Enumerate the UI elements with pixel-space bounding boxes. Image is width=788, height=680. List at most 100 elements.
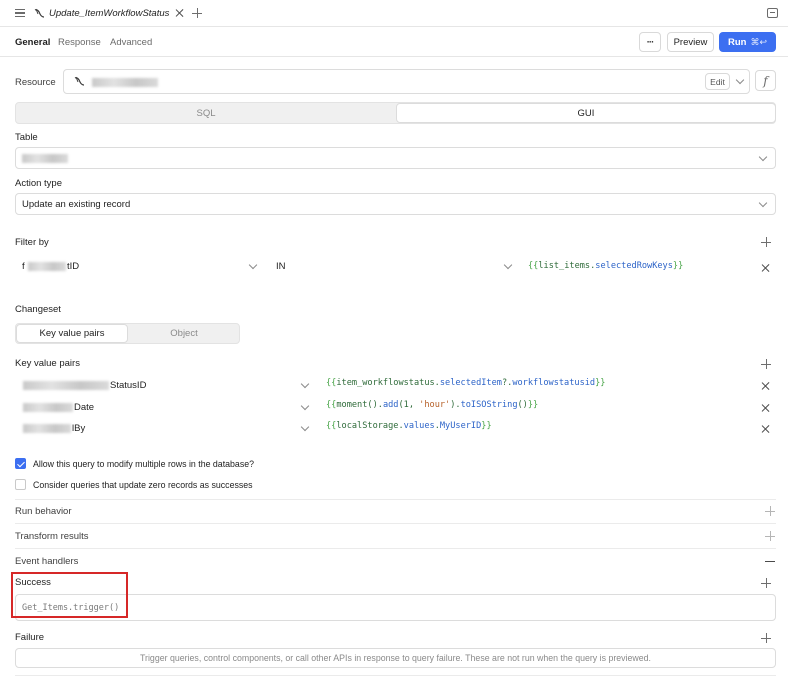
tab-general[interactable]: General: [15, 37, 50, 48]
database-icon: [74, 76, 85, 86]
filter-operator-value: IN: [276, 261, 286, 272]
kv-key-redacted: [23, 380, 109, 391]
chevron-down-icon: [503, 260, 513, 270]
transform-results-section[interactable]: Transform results: [15, 531, 89, 542]
divider: [15, 548, 776, 549]
edit-label: Edit: [710, 76, 725, 87]
table-select[interactable]: [15, 147, 776, 169]
preview-label: Preview: [673, 36, 708, 48]
highlight-box: [11, 572, 128, 618]
kv-value-input[interactable]: {{item_workflowstatus.selectedItem?.work…: [326, 378, 605, 388]
object-option-label: Object: [170, 328, 198, 339]
kv-value-input[interactable]: {{localStorage.values.MyUserID}}: [326, 421, 492, 431]
kv-row: lBy {{localStorage.values.MyUserID}}: [15, 419, 776, 439]
kv-row: Date {{moment().add(1, 'hour').toISOStri…: [15, 398, 776, 418]
kv-key-select[interactable]: StatusID: [15, 376, 315, 396]
failure-placeholder: Trigger queries, control components, or …: [140, 653, 651, 663]
chevron-down-icon: [758, 152, 768, 162]
kv-key-select[interactable]: lBy: [15, 419, 315, 439]
remove-filter-icon[interactable]: [761, 264, 769, 272]
resource-label: Resource: [15, 77, 56, 88]
resource-name-redacted: [92, 77, 158, 88]
sql-label: SQL: [196, 107, 216, 119]
code-brace-open: {{: [528, 261, 539, 271]
filter-column-prefix: f: [22, 261, 25, 272]
allow-multiple-rows-label: Allow this query to modify multiple rows…: [33, 459, 255, 469]
close-tab-icon[interactable]: [175, 9, 183, 17]
preview-button[interactable]: Preview: [667, 32, 714, 52]
collapse-minus-icon[interactable]: [765, 561, 775, 563]
add-failure-handler-plus-icon[interactable]: [761, 633, 771, 643]
filter-column-redacted: [28, 261, 66, 272]
action-type-label: Action type: [15, 178, 62, 189]
add-filter-plus-icon[interactable]: [761, 237, 771, 247]
add-success-handler-plus-icon[interactable]: [761, 578, 771, 588]
add-kv-plus-icon[interactable]: [761, 359, 771, 369]
more-options-button[interactable]: ···: [639, 32, 661, 52]
filter-value-input[interactable]: {{list_items.selectedRowKeys}}: [528, 261, 683, 271]
action-type-select[interactable]: Update an existing record: [15, 193, 776, 215]
failure-handler-empty[interactable]: Trigger queries, control components, or …: [15, 648, 776, 668]
gui-label: GUI: [577, 107, 595, 119]
kv-key-redacted: [23, 423, 71, 434]
filter-by-label: Filter by: [15, 237, 49, 248]
remove-kv-icon[interactable]: [761, 382, 769, 390]
code-brace-close: }}: [672, 261, 684, 271]
failure-label: Failure: [15, 632, 45, 643]
table-name-redacted: [22, 153, 68, 164]
tab-response[interactable]: Response: [58, 37, 101, 48]
code-property: selectedRowKeys: [595, 261, 673, 271]
more-icon: ···: [646, 36, 654, 48]
mode-sql[interactable]: SQL: [16, 103, 396, 123]
run-behavior-section[interactable]: Run behavior: [15, 506, 72, 517]
chevron-down-icon[interactable]: [735, 75, 745, 85]
kv-label: Key value pairs: [15, 358, 80, 369]
action-type-value: Update an existing record: [22, 199, 131, 210]
fx-icon: f: [763, 73, 768, 88]
chevron-down-icon: [300, 422, 310, 432]
database-icon: [34, 8, 45, 18]
changeset-object-option[interactable]: Object: [128, 324, 240, 343]
remove-kv-icon[interactable]: [761, 404, 769, 412]
menu-icon[interactable]: [15, 9, 25, 18]
event-handlers-section[interactable]: Event handlers: [15, 556, 78, 567]
mode-gui[interactable]: GUI: [396, 103, 776, 123]
run-button[interactable]: Run ⌘↩: [719, 32, 776, 52]
kv-key-suffix: lBy: [72, 423, 86, 434]
kv-value-input[interactable]: {{moment().add(1, 'hour').toISOString()}…: [326, 400, 538, 410]
new-tab-plus-icon[interactable]: [192, 8, 202, 18]
kv-key-select[interactable]: Date: [15, 398, 315, 418]
transformer-fx-button[interactable]: f: [755, 70, 776, 91]
resource-select[interactable]: Edit: [63, 69, 750, 94]
query-tab-title: Update_ItemWorkflowStatus: [49, 7, 170, 19]
resource-edit-button[interactable]: Edit: [705, 73, 730, 90]
filter-column-select[interactable]: f tID: [15, 257, 260, 277]
changeset-kv-option[interactable]: Key value pairs: [16, 324, 128, 343]
query-subtabs: General Response Advanced ··· Preview Ru…: [0, 27, 788, 57]
expand-plus-icon[interactable]: [765, 531, 775, 541]
chevron-down-icon: [300, 379, 310, 389]
query-tab-bar: Update_ItemWorkflowStatus: [0, 0, 788, 27]
filter-column-suffix: tID: [67, 261, 80, 272]
chevron-down-icon: [300, 401, 310, 411]
code-identifier: list_items: [538, 261, 591, 271]
remove-kv-icon[interactable]: [761, 425, 769, 433]
kv-key-redacted: [23, 402, 73, 413]
divider: [15, 523, 776, 524]
query-tab[interactable]: Update_ItemWorkflowStatus: [30, 2, 187, 26]
zero-records-label: Consider queries that update zero record…: [33, 480, 253, 490]
tab-advanced[interactable]: Advanced: [110, 37, 152, 48]
allow-multiple-rows-checkbox[interactable]: [15, 458, 26, 469]
divider: [15, 675, 776, 676]
kv-row: StatusID {{item_workflowstatus.selectedI…: [15, 376, 776, 396]
collapse-panel-icon[interactable]: [767, 8, 778, 18]
run-shortcut-hint: ⌘↩: [750, 36, 767, 47]
mode-toggle: SQL GUI: [15, 102, 776, 124]
kv-option-label: Key value pairs: [39, 328, 105, 339]
divider: [15, 499, 776, 500]
expand-plus-icon[interactable]: [765, 506, 775, 516]
filter-operator-select[interactable]: IN: [270, 257, 515, 277]
zero-records-checkbox[interactable]: [15, 479, 26, 490]
success-handler-row[interactable]: Get_Items.trigger(): [15, 594, 776, 621]
changeset-label: Changeset: [15, 304, 61, 315]
